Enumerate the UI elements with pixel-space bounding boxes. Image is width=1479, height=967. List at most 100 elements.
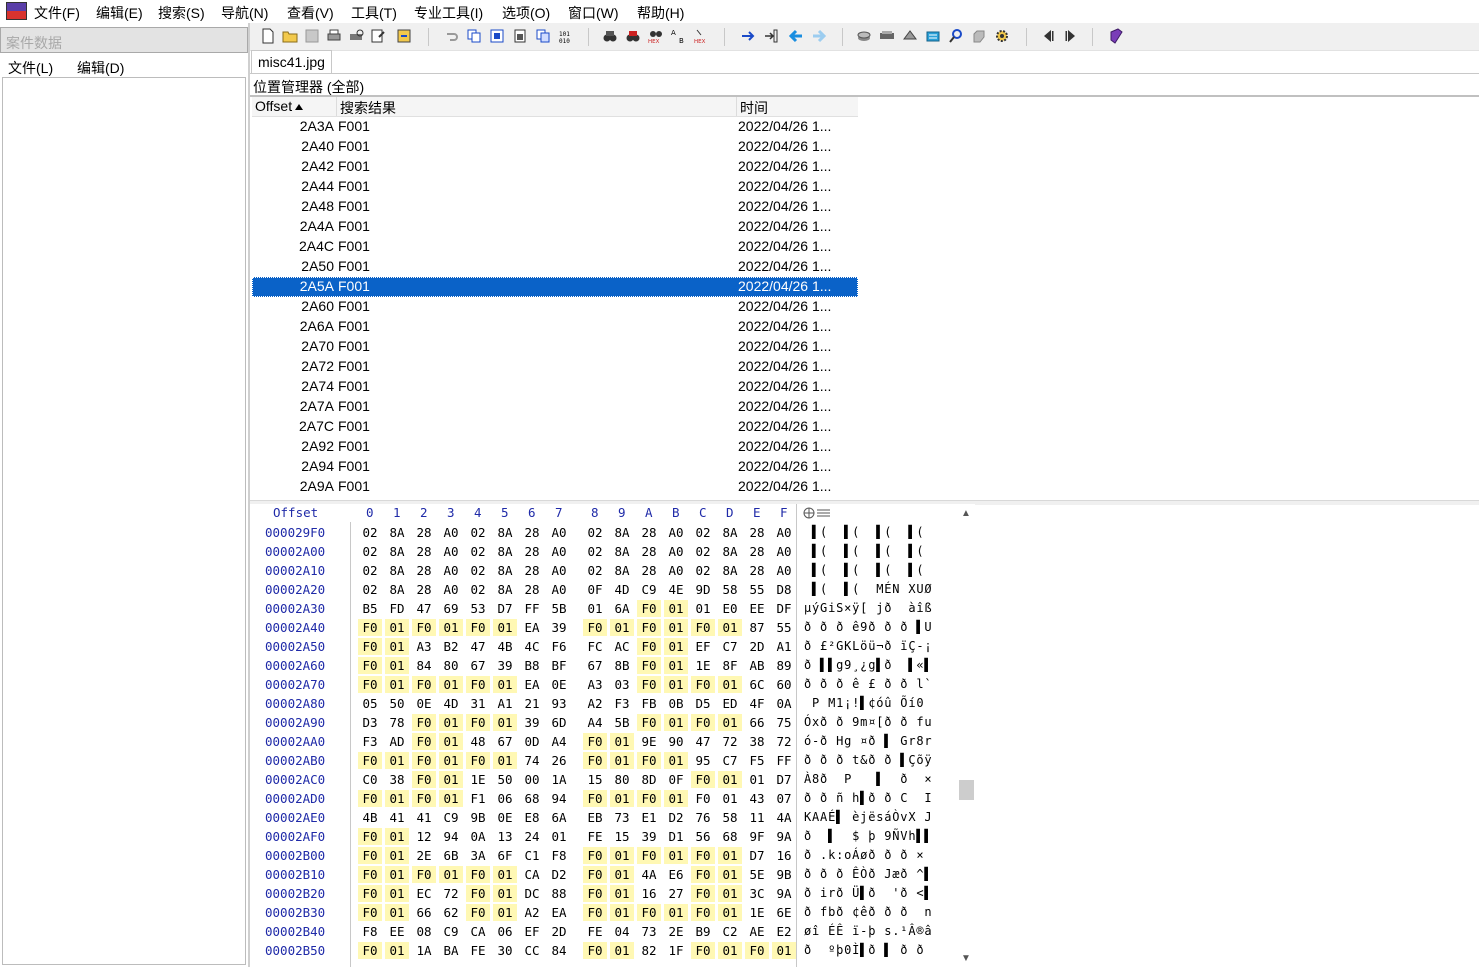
hex-byte[interactable]: 01	[385, 942, 409, 959]
table-row[interactable]: 2A48 F001 2022/04/26 1...	[252, 197, 858, 217]
hex-byte[interactable]: 5E	[745, 866, 769, 883]
hex-byte[interactable]: 55	[745, 581, 769, 598]
hex-byte[interactable]: EF	[691, 638, 715, 655]
case-tree-area[interactable]	[2, 77, 246, 965]
hex-row[interactable]: 00002AA0 F3 AD F0 01 48 67 0D A4 F0 01 9E 90 47 72 38 72…	[250, 732, 962, 751]
hex-byte[interactable]: 53	[466, 600, 490, 617]
column-time[interactable]: 时间	[740, 98, 768, 118]
hex-byte[interactable]: 15	[583, 771, 607, 788]
hex-row[interactable]: 00002A70 F0 01 F0 01 F0 01 EA 0E A3 03 F0 01 F0 01 6C 60…	[250, 675, 962, 694]
menu-tools[interactable]: 工具(T)	[351, 3, 397, 23]
hex-byte[interactable]: 28	[520, 543, 544, 560]
hex-byte[interactable]: 68	[718, 828, 742, 845]
hex-byte[interactable]: 78	[385, 714, 409, 731]
hex-byte[interactable]: 08	[412, 923, 436, 940]
hex-row[interactable]: 00002A30 B5 FD 47 69 53 D7 FF 5B 01 6A F0 01 01 E0 EE DF…	[250, 599, 962, 618]
hex-byte[interactable]: E8	[520, 809, 544, 826]
hex-byte[interactable]: 31	[466, 695, 490, 712]
hex-row-text[interactable]: ð ð ð ê £ ð ð l`	[804, 677, 932, 691]
hex-row[interactable]: 00002AE0 4B 41 41 C9 9B 0E E8 6A EB 73 E1 D2 76 58 11 4A…	[250, 808, 962, 827]
hex-byte[interactable]: 0E	[547, 676, 571, 693]
text-mode-icon[interactable]	[802, 506, 832, 520]
hex-byte[interactable]: 1A	[547, 771, 571, 788]
hex-byte[interactable]: 47	[691, 733, 715, 750]
cut-icon[interactable]	[489, 28, 505, 44]
hex-row[interactable]: 00002AC0 C0 38 F0 01 1E 50 00 1A 15 80 8D 0F F0 01 01 D7…	[250, 770, 962, 789]
hex-byte[interactable]: 2D	[547, 923, 571, 940]
hex-row-text[interactable]: ð ▌▌g9¸¿g▌ð ▌«▌	[804, 658, 932, 672]
hex-byte[interactable]: 01	[610, 942, 634, 959]
hex-byte[interactable]: A0	[772, 524, 796, 541]
hex-byte[interactable]: F0	[466, 676, 490, 693]
hex-byte[interactable]: 01	[439, 733, 463, 750]
hex-byte[interactable]: 01	[718, 847, 742, 864]
hex-byte[interactable]: 88	[547, 885, 571, 902]
hex-byte[interactable]: F0	[637, 657, 661, 674]
hex-row[interactable]: 00002A90 D3 78 F0 01 F0 01 39 6D A4 5B F0 01 F0 01 66 75…	[250, 713, 962, 732]
hex-byte[interactable]: F0	[691, 771, 715, 788]
hex-byte[interactable]: 02	[583, 543, 607, 560]
hex-byte[interactable]: 8A	[718, 543, 742, 560]
menu-view[interactable]: 查看(V)	[287, 3, 334, 23]
hex-byte[interactable]: F0	[583, 942, 607, 959]
hex-byte[interactable]: 01	[718, 771, 742, 788]
hex-byte[interactable]: 05	[358, 695, 382, 712]
hex-byte[interactable]: 67	[583, 657, 607, 674]
hex-byte[interactable]: F0	[412, 752, 436, 769]
table-row[interactable]: 2A60 F001 2022/04/26 1...	[252, 297, 858, 317]
hex-byte[interactable]: 62	[439, 904, 463, 921]
hex-byte[interactable]: 39	[547, 619, 571, 636]
hex-byte[interactable]: 0A	[466, 828, 490, 845]
hex-row-text[interactable]: ð ð ñ h▌ð ð C I	[804, 791, 932, 805]
hex-byte[interactable]: 01	[385, 866, 409, 883]
book-icon[interactable]	[1108, 28, 1124, 44]
hex-byte[interactable]: FC	[583, 638, 607, 655]
hex-byte[interactable]: 28	[520, 562, 544, 579]
hex-byte[interactable]: D7	[745, 847, 769, 864]
menu-navigation[interactable]: 导航(N)	[221, 3, 268, 23]
hex-byte[interactable]: 28	[745, 543, 769, 560]
hex-byte[interactable]: CA	[520, 866, 544, 883]
hex-byte[interactable]: F0	[358, 942, 382, 959]
table-row[interactable]: 2A7C F001 2022/04/26 1...	[252, 417, 858, 437]
hex-byte[interactable]: 01	[439, 866, 463, 883]
hex-byte[interactable]: A0	[547, 581, 571, 598]
column-offset[interactable]: Offset	[255, 98, 304, 114]
hex-byte[interactable]: A0	[664, 524, 688, 541]
hex-byte[interactable]: EE	[385, 923, 409, 940]
hex-byte[interactable]: 0E	[493, 809, 517, 826]
hex-byte[interactable]: 01	[718, 790, 742, 807]
hex-byte[interactable]: F0	[637, 619, 661, 636]
hex-byte[interactable]: 01	[664, 676, 688, 693]
hex-row-text[interactable]: ð fbð ¢êð ð ð n	[804, 905, 932, 919]
hex-byte[interactable]: F0	[358, 904, 382, 921]
hex-byte[interactable]: A0	[664, 562, 688, 579]
hex-byte[interactable]: F0	[691, 866, 715, 883]
hex-byte[interactable]: D1	[664, 828, 688, 845]
print-preview-icon[interactable]	[348, 28, 364, 44]
hex-byte[interactable]: 2D	[745, 638, 769, 655]
hex-byte[interactable]: 1F	[664, 942, 688, 959]
hex-row-text[interactable]: P M1¡!▌¢óû Õí0	[804, 696, 932, 710]
hex-byte[interactable]: D8	[772, 581, 796, 598]
hex-byte[interactable]: 0F	[664, 771, 688, 788]
hex-byte[interactable]: FD	[385, 600, 409, 617]
hex-byte[interactable]: 90	[664, 733, 688, 750]
hex-byte[interactable]: 21	[520, 695, 544, 712]
hex-byte[interactable]: 01	[493, 714, 517, 731]
hex-byte[interactable]: F0	[412, 619, 436, 636]
goto-sector-icon[interactable]	[763, 28, 779, 44]
hex-byte[interactable]: 2E	[664, 923, 688, 940]
hex-byte[interactable]: 28	[412, 524, 436, 541]
hex-row-text[interactable]: ▌( ▌( ▌( ▌(	[804, 544, 924, 558]
hex-byte[interactable]: 01	[610, 733, 634, 750]
hex-byte[interactable]: F0	[637, 752, 661, 769]
hex-row[interactable]: 000029F0 02 8A 28 A0 02 8A 28 A0 02 8A 28 A0 02 8A 28 A0…	[250, 523, 962, 542]
hex-byte[interactable]: 02	[358, 562, 382, 579]
hex-byte[interactable]: 02	[358, 581, 382, 598]
hex-row-text[interactable]: ▌( ▌( ▌( ▌(	[804, 525, 924, 539]
hex-byte[interactable]: 04	[610, 923, 634, 940]
hex-byte[interactable]: 8B	[610, 657, 634, 674]
menu-options[interactable]: 选项(O)	[502, 3, 550, 23]
hex-byte[interactable]: 6D	[547, 714, 571, 731]
